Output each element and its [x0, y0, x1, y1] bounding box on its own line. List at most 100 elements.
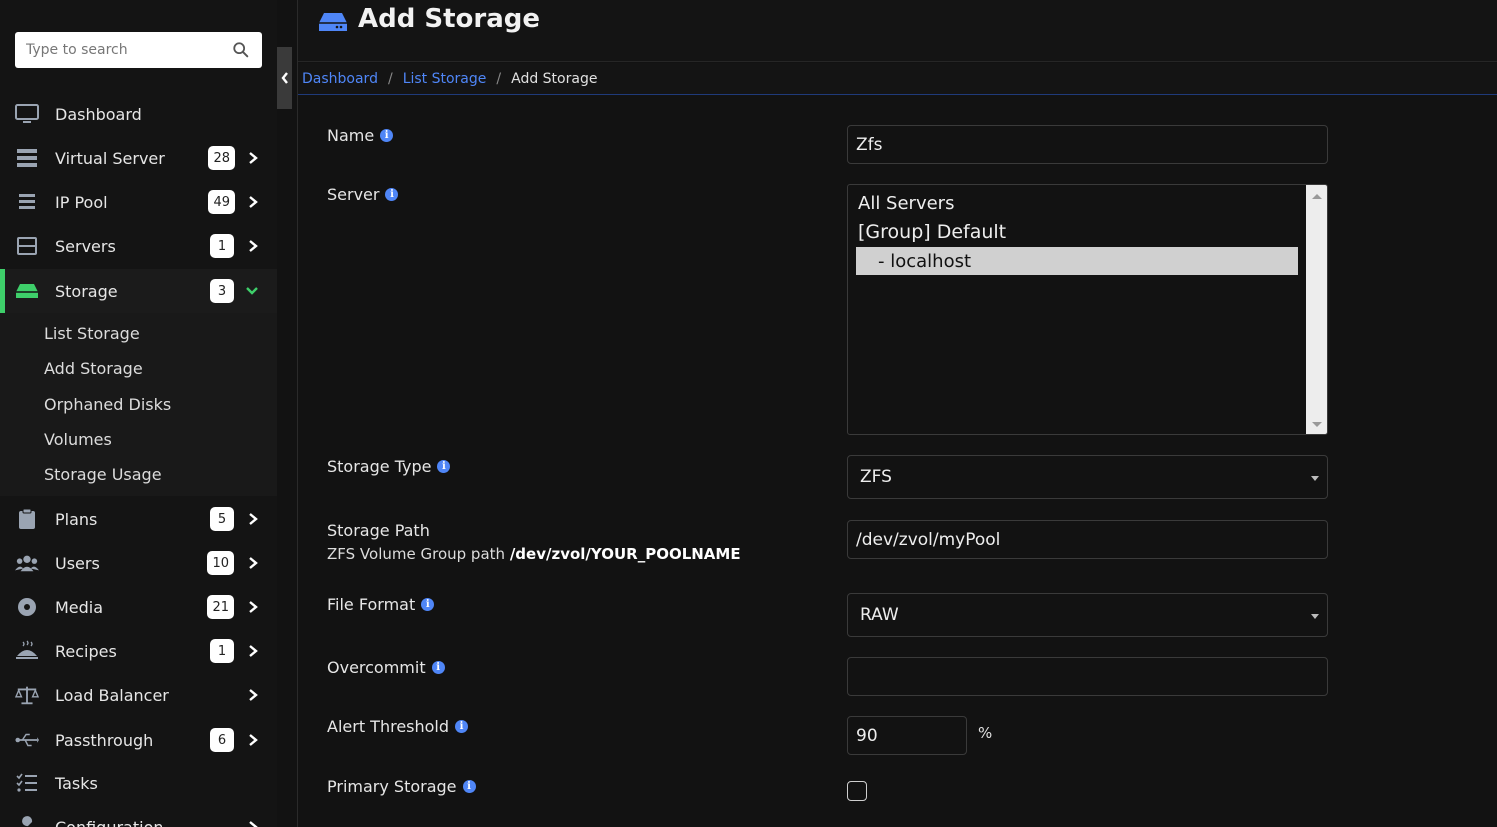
storage-path-input[interactable]	[847, 520, 1328, 559]
main-content: Add Storage Dashboard / List Storage / A…	[298, 0, 1497, 827]
sidebar-item-virtual-server[interactable]: Virtual Server 28	[0, 136, 277, 180]
chevron-right-icon[interactable]	[247, 556, 259, 570]
sidebar-item-recipes[interactable]: Recipes 1	[0, 629, 277, 673]
hdd-icon	[15, 280, 39, 302]
name-input[interactable]	[847, 125, 1328, 164]
scroll-up-icon[interactable]	[1312, 194, 1322, 199]
info-icon[interactable]: i	[437, 460, 451, 473]
sidebar-item-passthrough[interactable]: Passthrough 6	[0, 718, 277, 762]
count-badge: 28	[208, 146, 235, 170]
sidebar-item-plans[interactable]: Plans 5	[0, 497, 277, 541]
sidebar-item-label: Storage	[55, 281, 118, 301]
sidebar-item-ip-pool[interactable]: IP Pool 49	[0, 180, 277, 224]
count-badge: 1	[210, 234, 234, 258]
sidebar-item-load-balancer[interactable]: Load Balancer	[0, 673, 277, 717]
file-format-label-text: File Format	[327, 595, 416, 614]
listbox-scrollbar[interactable]	[1306, 185, 1327, 434]
chevron-right-icon[interactable]	[247, 688, 259, 702]
chevron-right-icon[interactable]	[247, 151, 259, 165]
submenu-item-add-storage[interactable]: Add Storage	[44, 359, 143, 378]
tasks-icon	[15, 772, 39, 794]
storage-type-label-text: Storage Type	[327, 457, 432, 476]
name-label: Name i	[327, 126, 394, 145]
sidebar-item-label: Media	[55, 597, 104, 617]
count-badge: 21	[207, 595, 234, 619]
chevron-right-icon[interactable]	[247, 239, 259, 253]
sidebar-item-storage[interactable]: Storage 3	[0, 269, 277, 313]
primary-storage-checkbox[interactable]	[847, 781, 867, 801]
search-input[interactable]	[15, 32, 225, 68]
overcommit-label-text: Overcommit	[327, 658, 426, 677]
server-option-localhost[interactable]: - localhost	[856, 247, 1298, 275]
count-badge: 3	[210, 279, 234, 303]
storage-submenu: List Storage Add Storage Orphaned Disks …	[0, 313, 277, 496]
sidebar-item-media[interactable]: Media 21	[0, 585, 277, 629]
server-option-all-servers[interactable]: All Servers	[856, 189, 1298, 217]
info-icon[interactable]: i	[385, 188, 399, 201]
caret-down-icon	[1311, 476, 1319, 481]
breadcrumb-link-dashboard[interactable]: Dashboard	[302, 71, 378, 87]
count-badge: 10	[207, 551, 234, 575]
sidebar-item-label: Load Balancer	[55, 685, 169, 705]
file-format-label: File Format i	[327, 595, 435, 614]
caret-down-icon	[1311, 614, 1319, 619]
storage-path-hint: ZFS Volume Group path /dev/zvol/YOUR_POO…	[327, 545, 741, 563]
chevron-right-icon[interactable]	[247, 644, 259, 658]
storage-path-hint-example: /dev/zvol/YOUR_POOLNAME	[509, 545, 741, 563]
storage-type-value: ZFS	[860, 467, 892, 487]
monitor-icon	[15, 103, 39, 125]
sidebar-collapse-toggle[interactable]	[277, 47, 292, 109]
name-label-text: Name	[327, 126, 375, 145]
sidebar-item-label: Servers	[55, 236, 116, 256]
server-option-group-default[interactable]: [Group] Default	[856, 218, 1298, 246]
info-icon[interactable]: i	[431, 661, 445, 674]
sidebar-item-servers[interactable]: Servers 1	[0, 224, 277, 268]
storage-path-hint-text: ZFS Volume Group path	[327, 545, 506, 563]
info-icon[interactable]: i	[455, 720, 469, 733]
scroll-down-icon[interactable]	[1312, 422, 1322, 427]
server-icon	[15, 235, 39, 257]
alert-threshold-label-text: Alert Threshold	[327, 717, 450, 736]
sidebar-item-dashboard[interactable]: Dashboard	[0, 92, 277, 136]
overcommit-input[interactable]	[847, 657, 1328, 696]
sidebar-item-label: Configuration	[55, 817, 164, 827]
disc-icon	[15, 596, 39, 618]
primary-storage-label-text: Primary Storage	[327, 777, 457, 796]
submenu-item-volumes[interactable]: Volumes	[44, 430, 112, 449]
count-badge: 49	[208, 190, 235, 214]
chevron-right-icon[interactable]	[247, 820, 259, 827]
sidebar-item-users[interactable]: Users 10	[0, 541, 277, 585]
server-stack-icon	[15, 147, 39, 169]
breadcrumb-link-list-storage[interactable]: List Storage	[403, 71, 487, 87]
hdd-icon	[319, 13, 347, 31]
info-icon[interactable]: i	[421, 598, 435, 611]
chevron-right-icon[interactable]	[247, 195, 259, 209]
sidebar-item-label: IP Pool	[55, 192, 108, 212]
storage-type-select[interactable]: ZFS	[847, 455, 1328, 499]
sidebar-item-tasks[interactable]: Tasks	[0, 761, 277, 805]
chevron-right-icon[interactable]	[247, 600, 259, 614]
submenu-item-list-storage[interactable]: List Storage	[44, 324, 140, 343]
file-format-select[interactable]: RAW	[847, 593, 1328, 637]
list-icon	[15, 191, 39, 213]
chevron-right-icon[interactable]	[247, 512, 259, 526]
submenu-item-orphaned-disks[interactable]: Orphaned Disks	[44, 395, 171, 414]
sidebar-item-label: Users	[55, 553, 100, 573]
sidebar-item-label: Plans	[55, 509, 98, 529]
storage-path-label-text: Storage Path	[327, 521, 430, 540]
info-icon[interactable]: i	[462, 780, 476, 793]
alert-threshold-input[interactable]	[847, 716, 967, 755]
sidebar-item-label: Recipes	[55, 641, 117, 661]
dish-icon	[15, 640, 39, 662]
alert-threshold-unit: %	[978, 724, 993, 742]
chevron-down-icon[interactable]	[245, 285, 259, 297]
server-multiselect[interactable]: All Servers [Group] Default - localhost	[847, 184, 1328, 435]
info-icon[interactable]: i	[380, 129, 394, 142]
count-badge: 5	[210, 507, 234, 531]
search-icon[interactable]	[232, 41, 250, 59]
submenu-item-storage-usage[interactable]: Storage Usage	[44, 465, 162, 484]
storage-path-label: Storage Path	[327, 521, 430, 540]
chevron-right-icon[interactable]	[247, 733, 259, 747]
primary-storage-label: Primary Storage i	[327, 777, 476, 796]
sidebar-item-configuration[interactable]: Configuration	[0, 805, 277, 827]
